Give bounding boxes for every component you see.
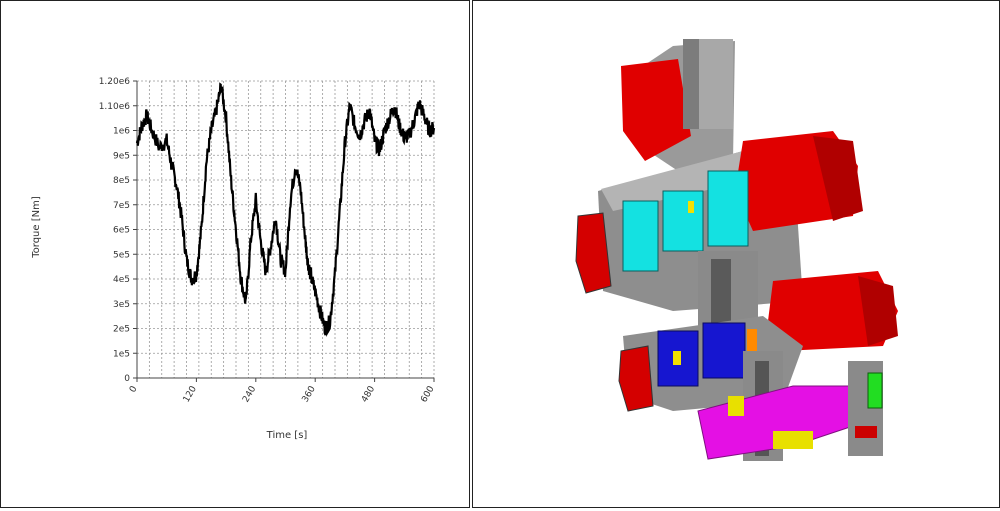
y-tick-label: 9e5 bbox=[113, 151, 130, 161]
y-tick-label: 1.10e6 bbox=[99, 102, 131, 112]
yellow-bearing-1 bbox=[728, 396, 744, 416]
upper-yellow-pin bbox=[688, 201, 694, 213]
y-tick-label: 8e5 bbox=[113, 176, 130, 186]
green-gear bbox=[867, 372, 883, 409]
x-tick-label: 600 bbox=[419, 384, 436, 404]
upper-planet-gear-2 bbox=[662, 190, 704, 252]
y-tick-labels: 0 1e5 2e5 3e5 4e5 5e5 6e5 7e5 8e5 9e5 1e6 1.10e6 1.2… bbox=[99, 77, 137, 384]
torque-time-chart: 0 1e5 2e5 3e5 4e5 5e5 6e5 7e5 8e5 9e5 1e6 1.10e6 1.2… bbox=[31, 77, 437, 441]
lower-left-red-ring bbox=[618, 345, 654, 412]
y-tick-label: 1e6 bbox=[113, 127, 130, 137]
y-tick-label: 4e5 bbox=[113, 275, 130, 285]
upper-planet-gear-1 bbox=[622, 200, 659, 272]
y-tick-label: 3e5 bbox=[113, 300, 130, 310]
x-tick-label: 480 bbox=[360, 384, 377, 404]
gearbox-model-panel bbox=[472, 0, 1000, 508]
y-tick-label: 7e5 bbox=[113, 201, 130, 211]
y-tick-label: 5e5 bbox=[113, 250, 130, 260]
lower-planet-gear-2 bbox=[702, 322, 746, 379]
yellow-bearing-2 bbox=[773, 431, 813, 449]
y-tick-label: 6e5 bbox=[113, 226, 130, 236]
y-tick-label: 0 bbox=[124, 374, 130, 384]
side-shaft-red-ring bbox=[855, 426, 877, 438]
x-tick-labels: 0 120 240 360 480 600 bbox=[128, 378, 437, 404]
y-axis-label: Torque [Nm] bbox=[31, 196, 42, 259]
y-tick-label: 2e5 bbox=[113, 325, 130, 335]
gearbox-3d-model bbox=[575, 39, 898, 461]
upper-shaft-pipe-shade bbox=[683, 39, 699, 129]
x-tick-label: 0 bbox=[128, 384, 140, 394]
lower-yellow-pin bbox=[673, 351, 681, 365]
y-tick-label: 1.20e6 bbox=[99, 77, 131, 87]
chart-panel: 0 1e5 2e5 3e5 4e5 5e5 6e5 7e5 8e5 9e5 1e6 1.10e6 1.2… bbox=[0, 0, 470, 508]
y-tick-label: 1e5 bbox=[113, 349, 130, 359]
x-tick-label: 120 bbox=[182, 384, 199, 404]
x-axis-label: Time [s] bbox=[266, 430, 308, 441]
x-tick-label: 240 bbox=[241, 384, 258, 404]
upper-planet-gear-3 bbox=[707, 170, 749, 247]
x-tick-label: 360 bbox=[301, 384, 318, 404]
